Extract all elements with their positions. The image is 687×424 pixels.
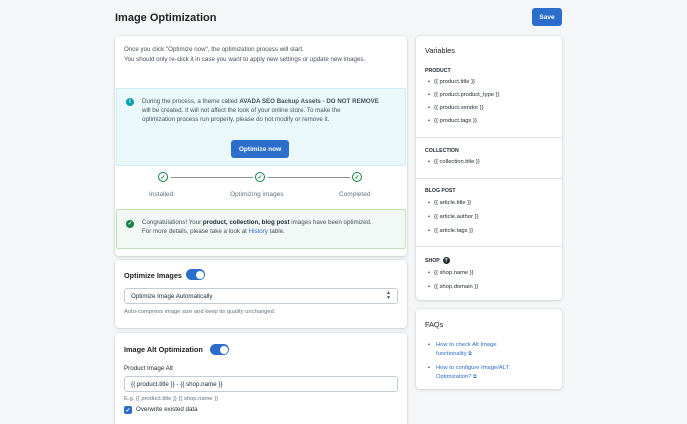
optimize-mode-select[interactable]: Optimize Image Automatically ▲ ▼: [124, 288, 398, 304]
faqs-card: FAQs How to check Alt Imagefunctionality…: [416, 309, 562, 389]
vars-group-collection: COLLECTION: [425, 148, 459, 154]
vars-group-product: PRODUCT: [425, 68, 451, 74]
history-link[interactable]: History: [249, 228, 268, 235]
optimize-images-help: Auto-compress image size and keep its qu…: [124, 309, 276, 315]
step-connector: [268, 177, 350, 178]
alt-example-text: E.g. {{ product.title }} {{ shop.name }}: [124, 396, 219, 402]
variables-title: Variables: [425, 46, 455, 55]
info-banner-text: During the process, a theme called AVADA…: [142, 98, 379, 124]
list-item: {{ product.tags }}: [428, 118, 477, 124]
page-title: Image Optimization: [115, 12, 217, 24]
list-item: {{ article.author }}: [428, 214, 478, 220]
list-item: {{ product.vendor }}: [428, 105, 484, 111]
overwrite-checkbox[interactable]: ✓: [124, 406, 132, 414]
overwrite-checkbox-label: Overwrite existed data: [136, 406, 198, 413]
theme-name: AVADA SEO Backup Assets - DO NOT REMOVE: [239, 98, 379, 105]
product-image-alt-label: Product Image Alt: [124, 365, 173, 372]
list-item: {{ collection.title }}: [428, 159, 480, 165]
external-link-icon: ⧉: [473, 373, 477, 380]
vars-group-blog-post: BLOG POST: [425, 188, 456, 194]
image-alt-card: Image Alt Optimization Product Image Alt…: [115, 333, 407, 424]
product-image-alt-input[interactable]: {{ product.title }} - {{ shop.name }}: [124, 376, 398, 392]
variables-card: Variables PRODUCT {{ product.title }} {{…: [416, 36, 562, 300]
list-item: {{ product.product_type }}: [428, 92, 499, 98]
question-circle-icon[interactable]: ?: [442, 257, 450, 264]
check-circle-icon: ✓: [352, 172, 362, 182]
faq-link-check-alt[interactable]: How to check Alt Imagefunctionality ⧉: [428, 341, 553, 358]
info-icon: i: [126, 98, 134, 106]
list-item: {{ shop.name }}: [428, 270, 474, 276]
faq-link-configure[interactable]: How to configure Image/ALTOptimization? …: [428, 364, 553, 381]
step-connector: [171, 177, 253, 178]
faqs-title: FAQs: [425, 320, 444, 329]
check-circle-filled-icon: ✓: [126, 220, 134, 228]
select-arrows-icon: ▲ ▼: [386, 290, 391, 301]
list-item: {{ article.tags }}: [428, 228, 473, 234]
list-item: {{ shop.domain }}: [428, 284, 478, 290]
check-circle-icon: ✓: [158, 172, 168, 182]
list-item: {{ article.title }}: [428, 200, 471, 206]
save-button[interactable]: Save: [532, 8, 562, 26]
divider: [416, 137, 562, 138]
list-item: {{ product.title }}: [428, 79, 475, 85]
image-alt-title: Image Alt Optimization: [124, 345, 203, 354]
optimize-images-card: Optimize Images Optimize Image Automatic…: [115, 260, 407, 328]
step-label-installed: Installed: [149, 191, 174, 198]
divider: [416, 246, 562, 247]
step-label-optimizing: Optimizing images: [230, 191, 284, 198]
external-link-icon: ⧉: [468, 350, 472, 357]
check-circle-icon: ✓: [255, 172, 265, 182]
intro-text: Once you click "Optimize now", the optim…: [124, 46, 366, 63]
vars-group-shop: SHOP?: [425, 257, 450, 264]
step-label-completed: Completed: [339, 191, 371, 198]
image-alt-toggle[interactable]: [210, 344, 229, 355]
divider: [416, 178, 562, 179]
success-banner: ✓ Congratulations! Your product, collect…: [116, 209, 406, 249]
success-banner-text: Congratulations! Your product, collectio…: [142, 219, 372, 236]
optimization-card: Once you click "Optimize now", the optim…: [115, 36, 407, 256]
optimize-now-button[interactable]: Optimize now: [231, 140, 289, 158]
optimize-images-title: Optimize Images: [124, 271, 182, 280]
optimize-images-toggle[interactable]: [186, 269, 205, 280]
